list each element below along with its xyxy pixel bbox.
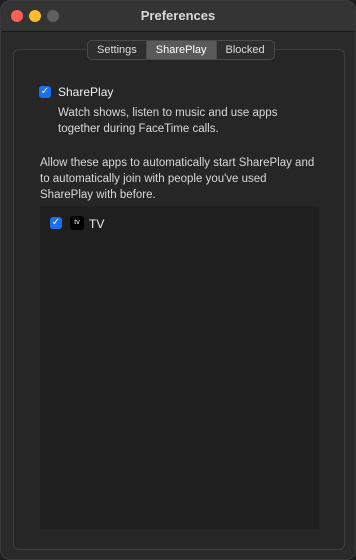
apple-tv-icon: tv — [70, 216, 84, 230]
shareplay-checkbox[interactable]: ✓ — [39, 86, 51, 98]
shareplay-description: Watch shows, listen to music and use app… — [58, 105, 277, 137]
apple-tv-icon-text: tv — [74, 219, 80, 226]
tv-app-label: TV — [89, 217, 105, 231]
tv-app-checkbox[interactable]: ✓ — [50, 217, 62, 229]
titlebar: Preferences — [1, 1, 355, 32]
preferences-window: Preferences Settings SharePlay Blocked ✓… — [0, 0, 356, 560]
allow-apps-line: to automatically join with people you've… — [40, 173, 267, 185]
allow-apps-line: Allow these apps to automatically start … — [40, 157, 315, 169]
shareplay-checkbox-label: SharePlay — [58, 85, 114, 99]
allow-apps-description: Allow these apps to automatically start … — [40, 155, 314, 203]
tab-shareplay[interactable]: SharePlay — [146, 41, 217, 59]
shareplay-description-line: Watch shows, listen to music and use app… — [58, 107, 278, 119]
tab-blocked[interactable]: Blocked — [217, 41, 274, 59]
tab-settings[interactable]: Settings — [88, 41, 147, 59]
window-title: Preferences — [140, 8, 216, 23]
allow-apps-line: SharePlay with before. — [40, 189, 156, 201]
tab-bar: Settings SharePlay Blocked — [87, 40, 275, 60]
apps-list[interactable]: ✓ tv TV — [40, 206, 319, 529]
shareplay-description-line: together during FaceTime calls. — [58, 123, 219, 135]
